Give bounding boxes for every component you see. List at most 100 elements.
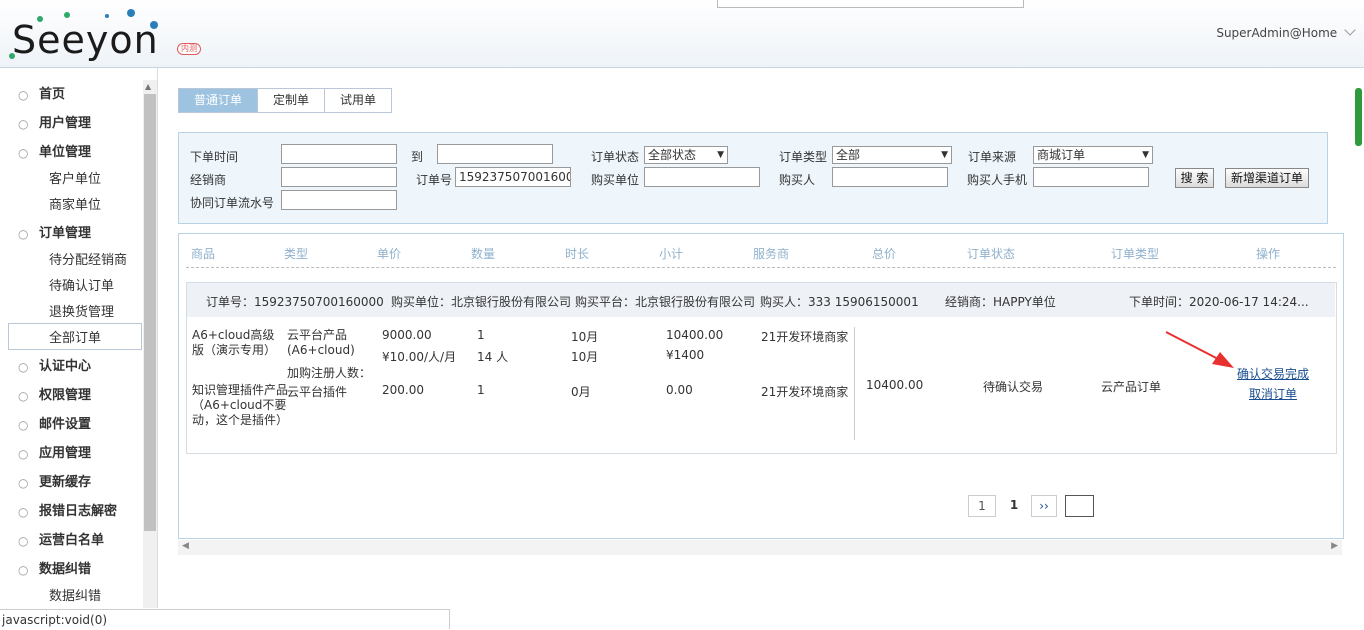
sidebar-item-label: 邮件设置: [39, 417, 92, 432]
sidebar-item-13[interactable]: ○ 应用管理: [0, 441, 140, 467]
col-total: 总价: [872, 247, 897, 261]
scroll-up-icon[interactable]: ▲: [145, 82, 151, 91]
page-current: 1: [1001, 495, 1027, 515]
sidebar-item-16[interactable]: ○ 运营白名单: [0, 528, 140, 554]
page-scroll-thumb[interactable]: [1355, 88, 1362, 146]
sidebar-subitem-7[interactable]: 待确认订单: [49, 275, 114, 299]
dropdown-arrow-icon: ▼: [1142, 150, 1149, 160]
order-time: 下单时间：2020-06-17 14:24...: [1129, 295, 1309, 309]
order-no-input[interactable]: 15923750700160000: [455, 167, 571, 187]
buyer-phone-label: 购买人手机: [967, 173, 1028, 187]
horizontal-scrollbar[interactable]: ◀ ▶: [178, 540, 1342, 555]
sidebar-item-10[interactable]: ○ 认证中心: [0, 354, 140, 380]
dealer-input[interactable]: [281, 167, 397, 187]
sidebar-item-14[interactable]: ○ 更新缓存: [0, 470, 140, 496]
page-first-button[interactable]: 1: [968, 495, 996, 517]
buyer-phone-input[interactable]: [1033, 167, 1149, 187]
sidebar-item-1[interactable]: ○ 用户管理: [0, 111, 140, 137]
order-source-value: 商城订单: [1037, 148, 1086, 162]
page-goto-input[interactable]: [1065, 495, 1094, 517]
logo: Seeyon: [12, 18, 159, 62]
buyer-unit-input[interactable]: [644, 167, 760, 187]
sidebar-subitem-6[interactable]: 待分配经销商: [49, 249, 127, 273]
item-2-price: 200.00: [382, 383, 424, 397]
red-arrow-annotation: [1165, 331, 1234, 368]
buyer-unit-label: 购买单位: [591, 173, 640, 187]
order-source-label: 订单来源: [968, 150, 1017, 164]
user-menu[interactable]: SuperAdmin@Home: [1216, 24, 1356, 40]
col-type: 类型: [284, 247, 309, 261]
header: [0, 0, 1364, 68]
sidebar-item-label: 认证中心: [39, 359, 92, 374]
sidebar-subitem-active[interactable]: 全部订单: [49, 327, 101, 351]
bullet-icon: ○: [18, 505, 29, 519]
item-1-type: 云平台产品(A6+cloud): [287, 328, 355, 357]
sidebar-item-label: 首页: [39, 87, 66, 102]
bullet-icon: ○: [18, 88, 29, 102]
sidebar-subitem-4[interactable]: 商家单位: [49, 194, 101, 218]
dropdown-arrow-icon: ▼: [941, 150, 948, 160]
sidebar-item-11[interactable]: ○ 权限管理: [0, 383, 140, 409]
serial-no-input[interactable]: [281, 190, 397, 210]
bullet-icon: ○: [18, 476, 29, 490]
sidebar-item-5[interactable]: ○ 订单管理: [0, 221, 140, 247]
sidebar-item-15[interactable]: ○ 报错日志解密: [0, 499, 140, 525]
add-channel-order-button[interactable]: 新增渠道订单: [1225, 168, 1309, 188]
tab-normal-order[interactable]: 普通订单: [178, 88, 258, 113]
sidebar-item-2[interactable]: ○ 单位管理: [0, 140, 140, 166]
to-label: 到: [411, 150, 424, 164]
dropdown-arrow-icon: ▼: [717, 150, 724, 160]
search-button[interactable]: 搜 索: [1175, 168, 1214, 188]
sidebar-item-label: 权限管理: [39, 388, 92, 403]
scroll-left-icon[interactable]: ◀: [182, 541, 189, 551]
sidebar-item-label: 单位管理: [39, 145, 92, 160]
item-1-provider: 21开发环境商家: [761, 330, 849, 344]
col-product: 商品: [191, 247, 216, 261]
item-1-duration: 10月: [571, 330, 599, 344]
logo-badge: 内测: [177, 43, 201, 55]
sidebar-item-label: 数据纠错: [39, 562, 92, 577]
sidebar-item-0[interactable]: ○ 首页: [0, 82, 140, 108]
sidebar-subitem-18[interactable]: 数据纠错: [49, 585, 101, 609]
bullet-icon: ○: [18, 146, 29, 160]
buyer-input[interactable]: [832, 167, 948, 187]
buyer-label: 购买人: [779, 173, 816, 187]
bullet-icon: ○: [18, 563, 29, 577]
sidebar-item-12[interactable]: ○ 邮件设置: [0, 412, 140, 438]
order-no-label: 订单号: [416, 173, 453, 187]
tab-custom-order[interactable]: 定制单: [257, 88, 325, 113]
order-time-start-input[interactable]: [281, 144, 397, 164]
order-type-label: 订单类型: [779, 150, 828, 164]
sidebar: ○ 首页 ○ 用户管理 ○ 单位管理 客户单位 商家单位 ○ 订单管理 待分配经销商 待确认订单 退换货…: [0, 68, 158, 608]
sidebar-subitem-3[interactable]: 客户单位: [49, 168, 101, 192]
sidebar-item-label: 订单管理: [39, 226, 92, 241]
header-divider: [186, 267, 1336, 268]
sidebar-scroll-thumb[interactable]: [144, 94, 156, 531]
order-type-value: 全部: [836, 148, 861, 162]
order-status-value: 全部状态: [648, 148, 697, 162]
order-time-label: 下单时间: [190, 150, 239, 164]
order-source-select[interactable]: 商城订单 ▼: [1033, 146, 1153, 164]
item-2-subtotal: 0.00: [666, 383, 693, 397]
order-type: 云产品订单: [1101, 380, 1162, 394]
order-time-end-input[interactable]: [437, 144, 553, 164]
sidebar-item-label: 报错日志解密: [39, 504, 118, 519]
order-type-select[interactable]: 全部 ▼: [832, 146, 952, 164]
cancel-order-link[interactable]: 取消订单: [1249, 385, 1297, 402]
col-unit-price: 单价: [377, 247, 402, 261]
item-2-type: 云平台插件: [287, 385, 348, 399]
bullet-icon: ○: [18, 117, 29, 131]
item-1-extra-label: 加购注册人数：: [287, 366, 372, 380]
page-next-button[interactable]: ››: [1031, 495, 1057, 517]
item-1-price-per-user: ¥10.00/人/月: [382, 350, 457, 364]
order-status-select[interactable]: 全部状态 ▼: [644, 146, 728, 164]
bullet-icon: ○: [18, 227, 29, 241]
col-order-type: 订单类型: [1111, 247, 1160, 261]
order-status: 待确认交易: [983, 380, 1044, 394]
scroll-right-icon[interactable]: ▶: [1331, 541, 1338, 551]
tab-trial-order[interactable]: 试用单: [324, 88, 392, 113]
sidebar-subitem-8[interactable]: 退换货管理: [49, 301, 114, 325]
item-2-name: 知识管理插件产品（A6+cloud不要动，这个是插件）: [192, 383, 289, 427]
confirm-transaction-link[interactable]: 确认交易完成: [1237, 365, 1309, 382]
sidebar-item-17[interactable]: ○ 数据纠错: [0, 557, 140, 583]
